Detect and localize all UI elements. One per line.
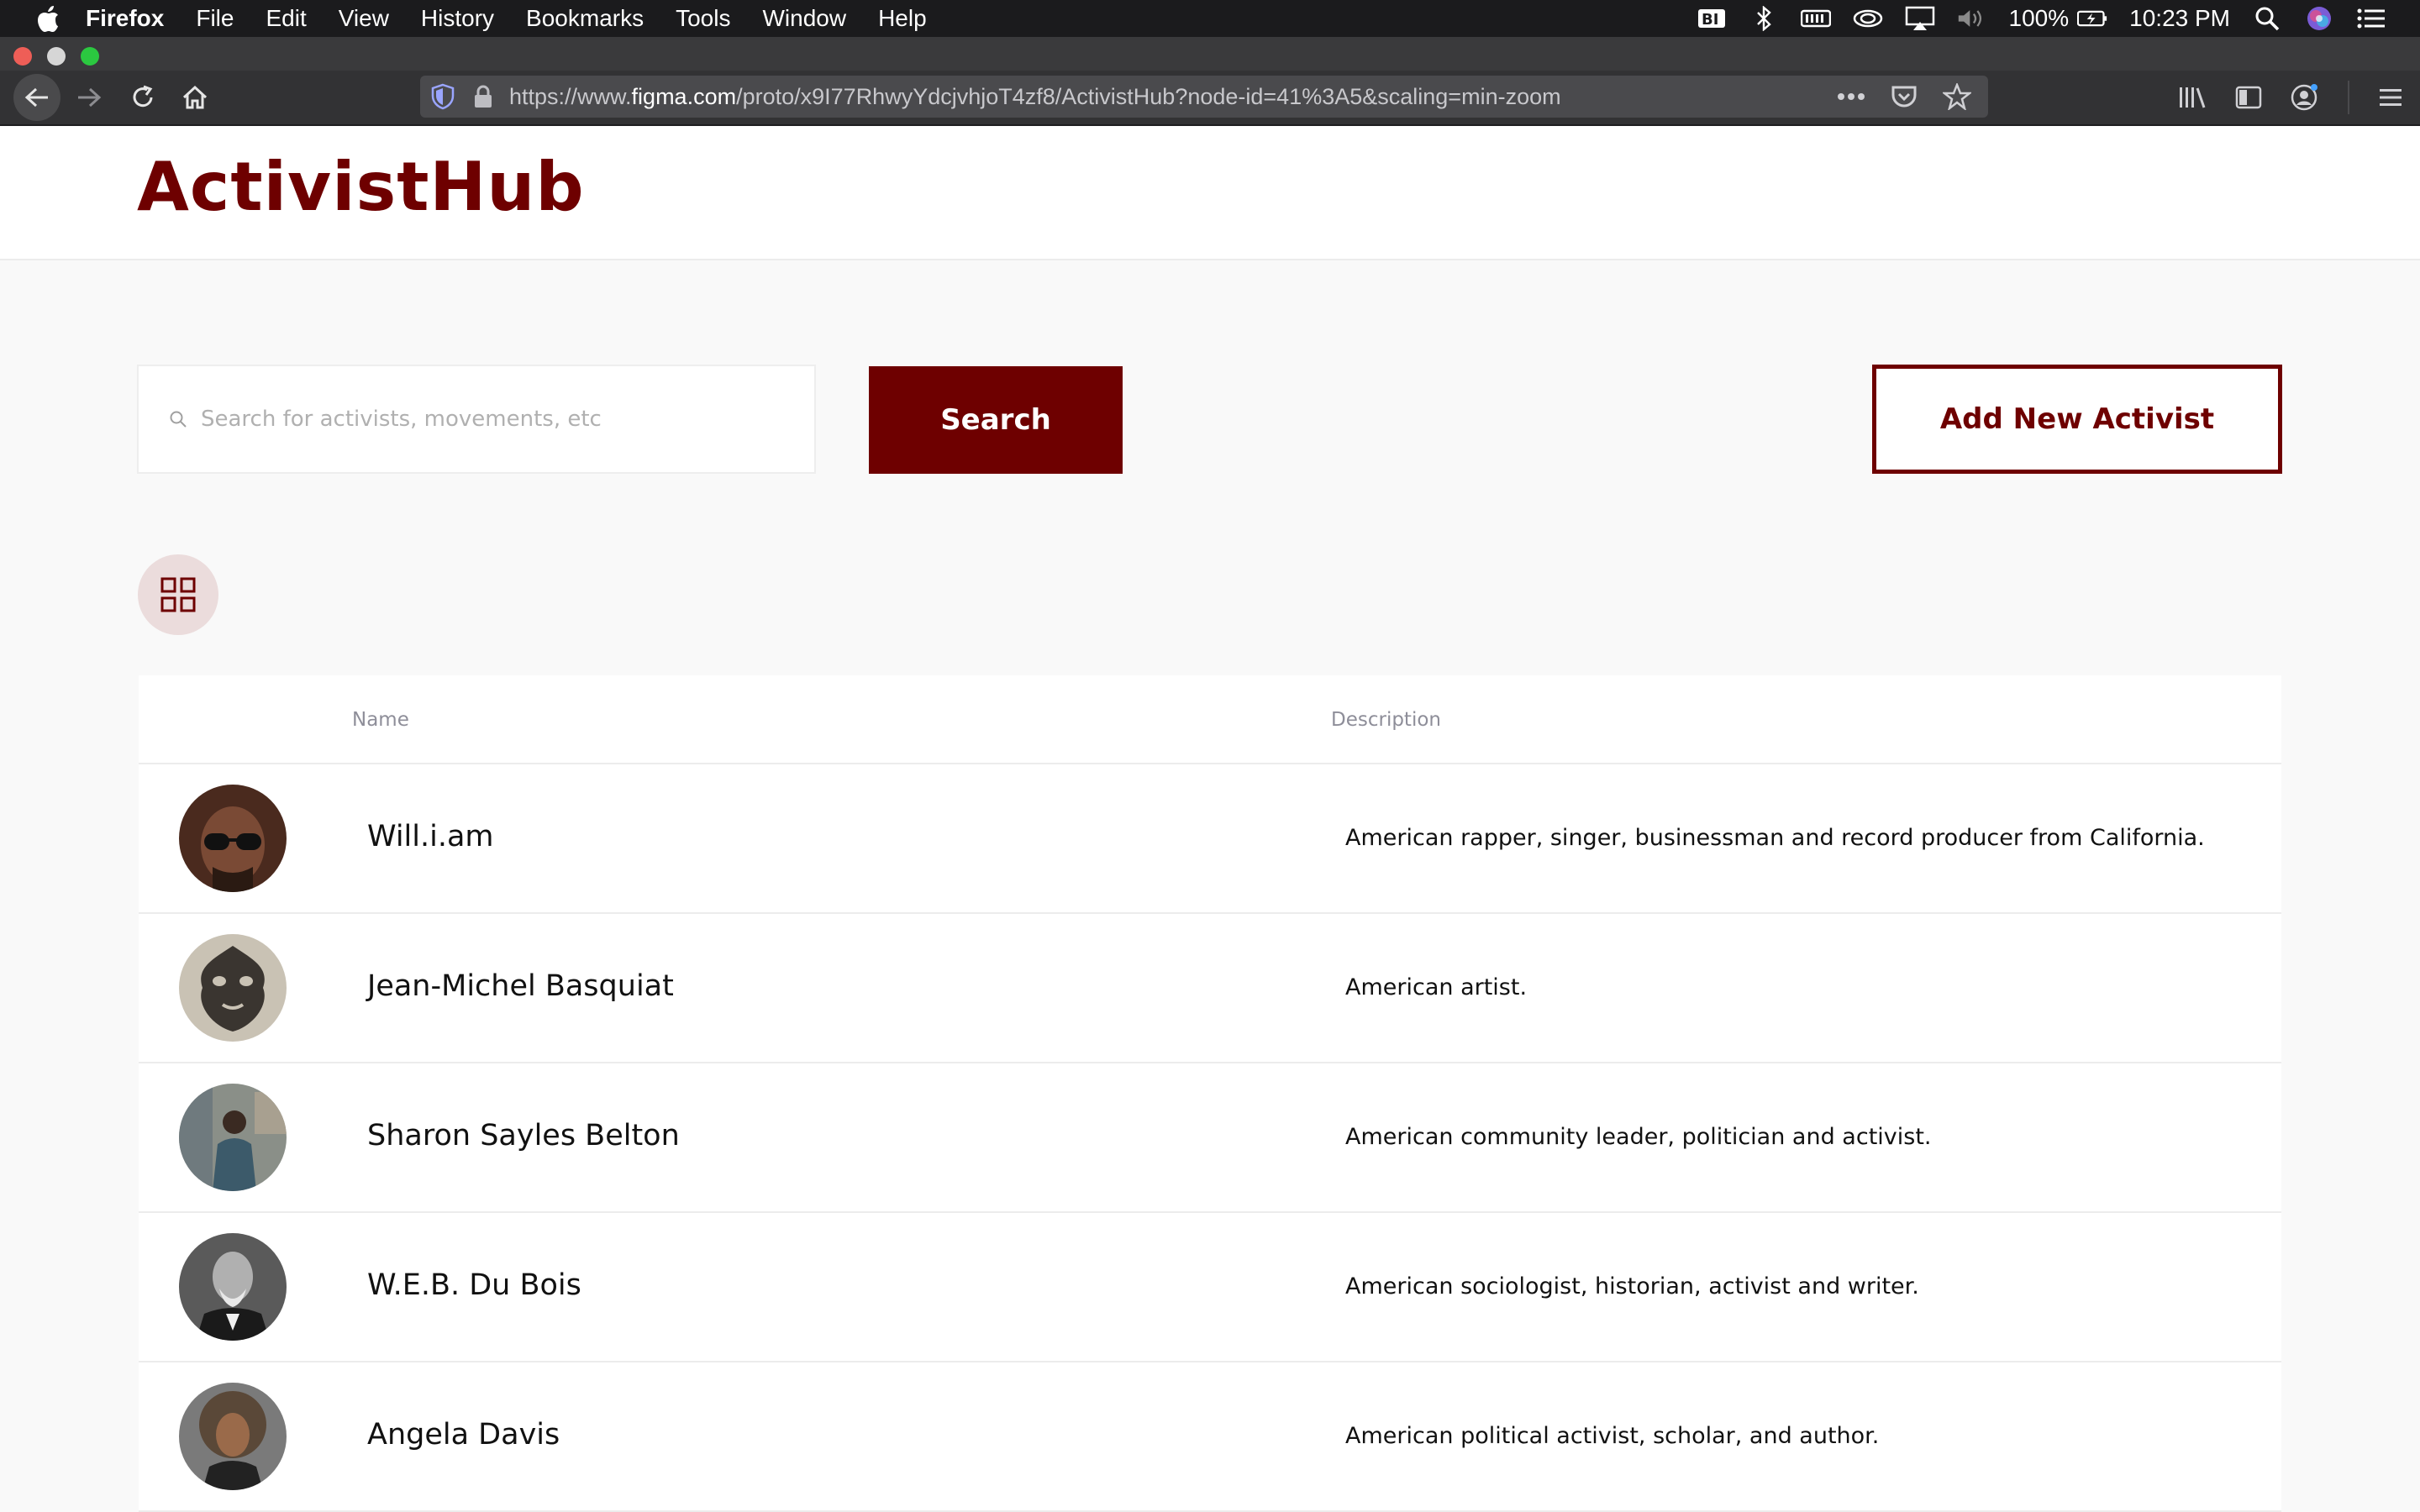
home-button[interactable] [175,77,215,118]
macos-menu-bar: Firefox File Edit View History Bookmarks… [0,0,2420,37]
avatar[interactable] [179,785,287,892]
memory-icon[interactable] [1800,6,1831,31]
browser-toolbar: https://www.figma.com/proto/x9I77RhwyYdc… [0,71,2420,126]
lock-icon[interactable] [472,84,494,109]
column-header-description[interactable]: Description [1331,709,1441,731]
minimize-window-button[interactable] [47,47,66,66]
activist-description: American political activist, scholar, an… [1345,1423,1880,1449]
notification-center-icon[interactable] [2356,6,2386,31]
url-bar[interactable]: https://www.figma.com/proto/x9I77RhwyYdc… [420,76,1988,118]
table-header: Name Description [139,675,2281,764]
siri-icon[interactable] [2304,6,2334,31]
library-icon[interactable] [2178,85,2207,110]
pocket-icon[interactable] [1891,84,1918,109]
grid-view-icon [160,577,196,612]
battery-icon[interactable] [2077,6,2107,31]
sidebar-icon[interactable] [2235,85,2262,110]
battery-percent: 100% [2008,5,2070,31]
page-actions-icon[interactable] [1837,92,1865,101]
menu-bookmarks[interactable]: Bookmarks [526,5,644,32]
menu-view[interactable]: View [339,5,389,32]
svg-text:BI: BI [1702,11,1718,29]
menu-history[interactable]: History [421,5,494,32]
apple-icon[interactable] [35,4,60,33]
column-header-name[interactable]: Name [352,709,409,731]
app-header: ActivistHub [0,126,2420,260]
menu-file[interactable]: File [196,5,234,32]
url-host: figma.com [631,83,737,109]
activist-name[interactable]: Jean-Michel Basquiat [367,969,674,1003]
add-new-activist-button[interactable]: Add New Activist [1872,365,2282,474]
arrow-right-icon [78,87,102,108]
activist-description: American community leader, politician an… [1345,1124,1932,1150]
table-row[interactable]: Will.i.am American rapper, singer, busin… [139,764,2281,914]
account-icon[interactable] [2291,83,2319,112]
menu-edit[interactable]: Edit [266,5,306,32]
app-logo[interactable]: ActivistHub [137,148,585,226]
reload-icon [133,85,153,108]
menu-app-firefox[interactable]: Firefox [86,5,164,32]
table-row[interactable]: Angela Davis American political activist… [139,1362,2281,1512]
activist-name[interactable]: Will.i.am [367,820,494,853]
url-prefix: https://www. [509,83,632,109]
back-button[interactable] [13,74,60,121]
arrow-left-icon [24,87,48,108]
activist-name[interactable]: W.E.B. Du Bois [367,1268,581,1302]
avatar[interactable] [179,1233,287,1341]
wifi-icon[interactable] [1853,6,1883,31]
avatar[interactable] [179,1084,287,1191]
table-row[interactable]: Sharon Sayles Belton American community … [139,1063,2281,1213]
forward-button[interactable] [69,77,109,118]
search-button[interactable]: Search [869,366,1123,474]
url-text[interactable]: https://www.figma.com/proto/x9I77RhwyYdc… [509,84,1561,110]
menu-window[interactable]: Window [762,5,846,32]
search-icon [170,411,187,428]
url-path: /proto/x9I77RhwyYdcjvhjoT4zf8/ActivistHu… [736,83,1561,109]
table-row[interactable]: W.E.B. Du Bois American sociologist, his… [139,1213,2281,1362]
activist-description: American artist. [1345,974,1528,1000]
home-icon [182,85,208,109]
browser-title-bar [0,37,2420,71]
activist-name[interactable]: Sharon Sayles Belton [367,1119,680,1152]
airplay-icon[interactable] [1905,6,1935,31]
grid-view-toggle-button[interactable] [138,554,218,635]
zoom-window-button[interactable] [81,47,99,66]
reload-button[interactable] [123,77,163,118]
menu-tools[interactable]: Tools [676,5,730,32]
menu-help[interactable]: Help [878,5,927,32]
spotlight-search-icon[interactable] [2252,6,2282,31]
activist-description: American rapper, singer, businessman and… [1345,825,2205,851]
table-row[interactable]: Jean-Michel Basquiat American artist. [139,914,2281,1063]
close-window-button[interactable] [13,47,32,66]
avatar[interactable] [179,934,287,1042]
menubar-clock[interactable]: 10:23 PM [2129,5,2230,32]
search-input[interactable] [199,406,791,433]
hamburger-menu-icon[interactable] [2378,87,2403,108]
volume-icon[interactable] [1957,6,1987,31]
bookmark-star-icon[interactable] [1943,83,1971,110]
search-field[interactable] [137,365,816,474]
activist-name[interactable]: Angela Davis [367,1418,560,1452]
tracking-protection-shield-icon[interactable] [430,83,455,110]
activists-table: Name Description Will.i.am American rapp… [139,675,2281,1512]
bartender-icon[interactable]: BI [1697,6,1727,31]
toolbar-divider [2348,81,2349,114]
activist-description: American sociologist, historian, activis… [1345,1273,1919,1299]
bluetooth-icon[interactable] [1749,6,1779,31]
avatar[interactable] [179,1383,287,1490]
